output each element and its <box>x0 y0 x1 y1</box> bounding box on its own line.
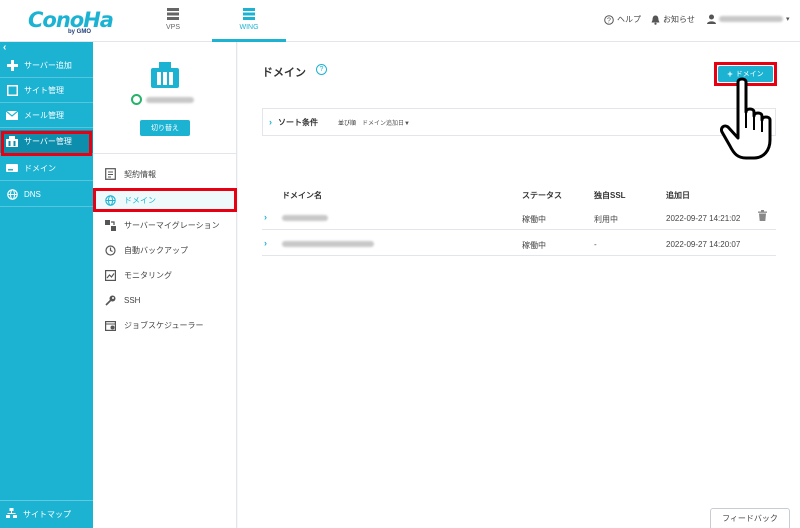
sidebar-item-server[interactable]: サーバー管理 <box>0 130 93 154</box>
sub-item-domain[interactable]: ドメイン <box>93 189 236 211</box>
expand-chevron-icon[interactable]: › <box>264 238 267 248</box>
tab-wing[interactable]: WING <box>212 0 286 42</box>
window-icon <box>6 85 18 97</box>
server-icon <box>6 136 18 148</box>
sort-conditions-bar[interactable]: › ソート条件 並び順 ドメイン追加日▼ <box>262 108 776 136</box>
switch-server-button[interactable]: 切り替え <box>140 120 190 136</box>
tab-vps[interactable]: VPS <box>146 0 200 42</box>
server-icon <box>151 62 179 88</box>
power-on-icon <box>131 94 142 105</box>
sub-item-scheduler[interactable]: ジョブスケジューラー <box>93 314 236 336</box>
main-sidebar: ‹ サーバー追加 サイト管理 メール管理 サーバー管理 ドメイン DNS サイト… <box>0 42 93 528</box>
domain-card-icon <box>6 163 18 175</box>
server-summary: 切り替え <box>93 42 236 154</box>
scheduler-icon <box>105 320 116 331</box>
sitemap-icon <box>6 508 17 521</box>
monitor-icon <box>105 269 116 281</box>
server-stack-icon <box>243 8 255 20</box>
backup-icon <box>105 244 116 256</box>
page-title: ドメイン <box>262 67 306 79</box>
globe-icon <box>105 194 116 206</box>
migration-icon <box>105 219 116 231</box>
server-stack-icon <box>167 8 179 20</box>
server-name <box>131 94 194 105</box>
user-menu[interactable]: ▾ <box>707 14 790 24</box>
sidebar-item-add-server[interactable]: サーバー追加 <box>0 54 93 78</box>
expand-chevron-icon[interactable]: › <box>264 212 267 222</box>
sitemap-link[interactable]: サイトマップ <box>0 500 93 528</box>
sub-item-ssh[interactable]: SSH <box>93 289 236 311</box>
sort-order-select[interactable]: ドメイン追加日▼ <box>362 118 410 127</box>
server-name-masked <box>146 96 194 103</box>
sidebar-item-domain[interactable]: ドメイン <box>0 157 93 181</box>
notice-link[interactable]: お知らせ <box>651 14 695 25</box>
sidebar-item-dns[interactable]: DNS <box>0 183 93 207</box>
conoha-logo[interactable]: ConoHa by GMO <box>28 8 114 36</box>
question-circle-icon: ? <box>604 14 614 25</box>
username-masked <box>719 16 783 22</box>
svg-text:?: ? <box>607 17 611 24</box>
server-sub-sidebar: 切り替え 契約情報 ドメイン サーバーマイグレーション 自動バックアップ モニタ… <box>93 42 237 528</box>
sub-item-backup[interactable]: 自動バックアップ <box>93 239 236 261</box>
domain-table-header: ドメイン名 ステータス 独自SSL 追加日 <box>282 191 690 200</box>
help-link[interactable]: ? ヘルプ <box>604 14 641 25</box>
table-row[interactable]: › 稼働中 - 2022-09-27 14:20:07 <box>262 232 776 256</box>
table-row[interactable]: › 稼働中 利用中 2022-09-27 14:21:02 <box>262 206 776 230</box>
trash-icon[interactable] <box>758 210 767 221</box>
help-icon[interactable]: ? <box>316 64 327 75</box>
sub-item-contract[interactable]: 契約情報 <box>93 163 236 185</box>
collapse-sidebar-icon[interactable]: ‹ <box>3 42 6 53</box>
sidebar-item-mail[interactable]: メール管理 <box>0 104 93 128</box>
sidebar-item-site[interactable]: サイト管理 <box>0 79 93 103</box>
bell-icon <box>651 15 660 25</box>
feedback-button[interactable]: フィードバック <box>710 508 790 528</box>
sub-item-migration[interactable]: サーバーマイグレーション <box>93 214 236 236</box>
globe-icon <box>6 189 18 201</box>
key-icon <box>105 295 116 306</box>
top-header: ConoHa by GMO VPS WING ? ヘルプ お知らせ ▾ <box>0 0 800 42</box>
contract-icon <box>105 168 116 180</box>
plus-icon <box>6 60 18 72</box>
domain-name-masked <box>282 215 328 221</box>
pointing-hand-icon <box>720 77 772 160</box>
chevron-right-icon: › <box>269 117 272 127</box>
chevron-down-icon: ▾ <box>786 16 790 23</box>
domain-name-masked <box>282 241 374 247</box>
envelope-icon <box>6 110 18 122</box>
sub-item-monitoring[interactable]: モニタリング <box>93 264 236 286</box>
user-icon <box>707 14 716 24</box>
